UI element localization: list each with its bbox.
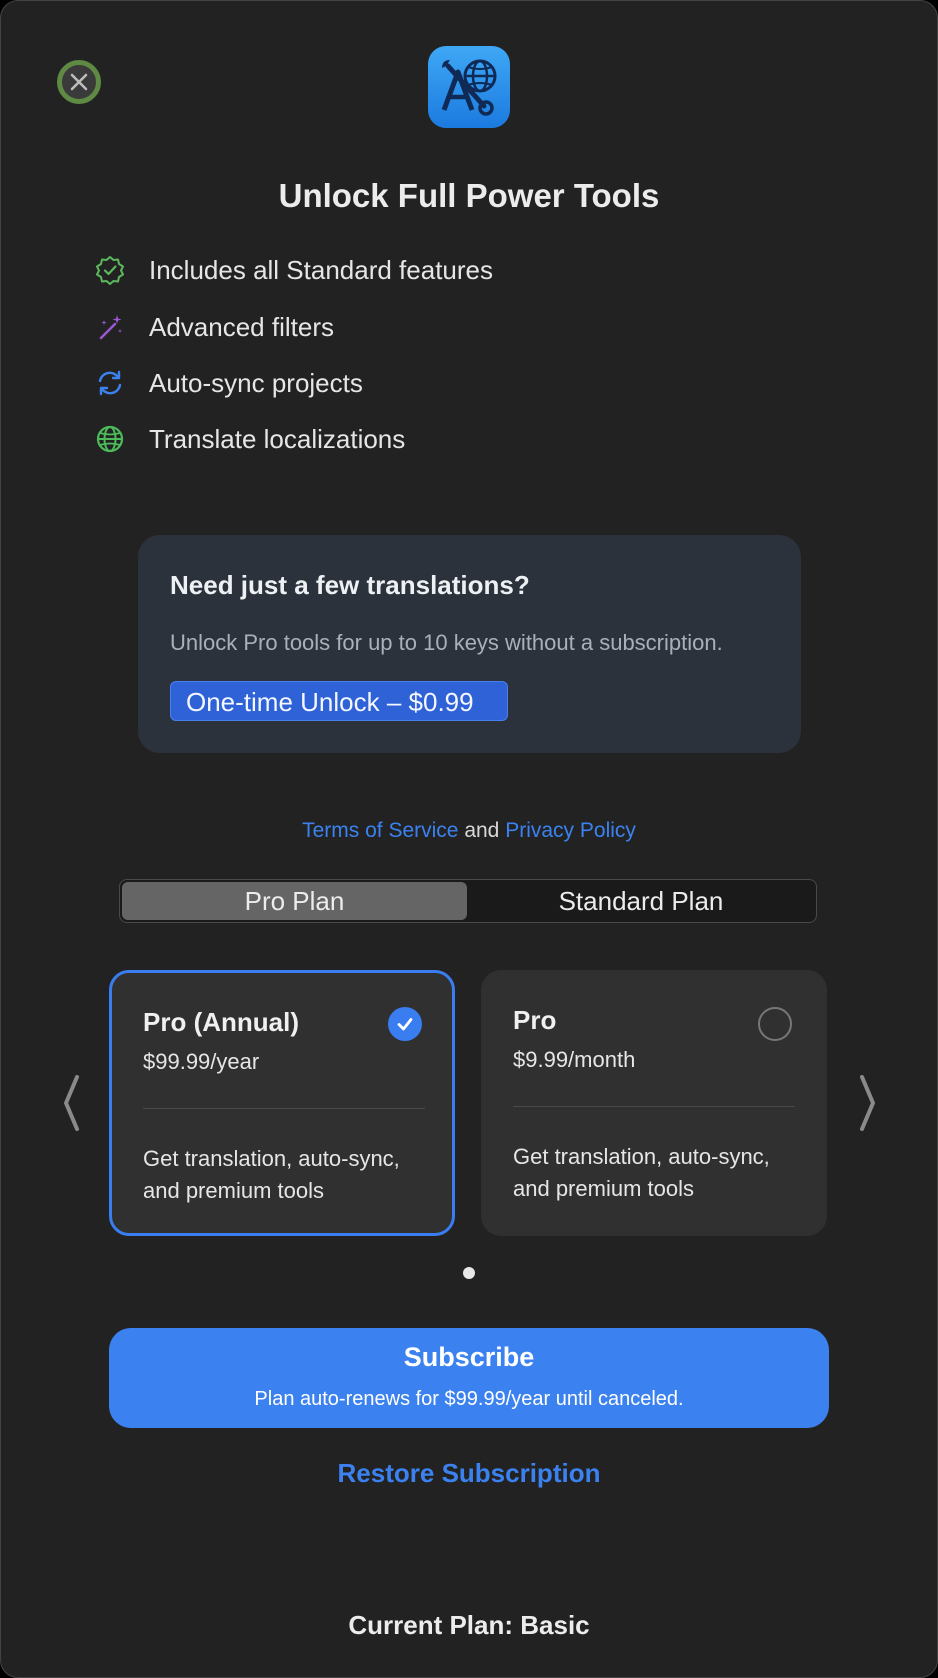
page-indicator-dot xyxy=(463,1267,475,1279)
restore-subscription-button[interactable]: Restore Subscription xyxy=(338,1458,601,1488)
feature-label: Includes all Standard features xyxy=(149,254,493,285)
checkmark-seal-icon xyxy=(95,255,125,285)
unselected-radio-icon xyxy=(758,1007,792,1041)
plan-price: $9.99/month xyxy=(513,1047,636,1072)
globe-icon xyxy=(95,424,125,454)
one-time-unlock-panel: Need just a few translations? Unlock Pro… xyxy=(138,535,801,753)
page-title: Unlock Full Power Tools xyxy=(278,177,660,214)
chevron-left-icon xyxy=(64,1075,79,1131)
feature-item-standard: Includes all Standard features xyxy=(95,254,493,286)
privacy-policy-link[interactable]: Privacy Policy xyxy=(505,819,636,842)
magic-wand-icon xyxy=(95,312,125,342)
feature-item-translate: Translate localizations xyxy=(95,423,405,455)
card-divider xyxy=(143,1108,425,1109)
plan-description: Get translation, auto-sync, and premium … xyxy=(143,1146,400,1203)
paywall-window: Unlock Full Power Tools Includes all Sta… xyxy=(0,0,938,1678)
subscribe-button[interactable]: Subscribe Plan auto-renews for $99.99/ye… xyxy=(109,1328,829,1428)
selected-checkmark-icon xyxy=(388,1007,422,1041)
feature-label: Translate localizations xyxy=(149,423,406,454)
plan-name: Pro (Annual) xyxy=(143,1007,299,1037)
subscribe-subtitle: Plan auto-renews for $99.99/year until c… xyxy=(254,1388,684,1410)
current-plan-label: Current Plan: Basic xyxy=(348,1610,590,1640)
sync-arrows-icon xyxy=(95,368,125,398)
carousel-previous-button[interactable] xyxy=(59,1073,83,1133)
chevron-right-icon xyxy=(860,1075,875,1131)
feature-item-autosync: Auto-sync projects xyxy=(95,367,363,399)
plan-type-segmented-control: Pro Plan Standard Plan xyxy=(119,879,817,923)
close-icon xyxy=(70,73,88,91)
app-icon xyxy=(428,46,510,128)
plan-description: Get translation, auto-sync, and premium … xyxy=(513,1144,770,1201)
plan-card-pro-monthly[interactable]: Pro $9.99/month Get translation, auto-sy… xyxy=(481,970,827,1236)
promo-title: Need just a few translations? xyxy=(170,570,530,600)
tab-standard-plan[interactable]: Standard Plan xyxy=(468,882,814,920)
carousel-next-button[interactable] xyxy=(856,1073,880,1133)
subscribe-title: Subscribe xyxy=(403,1342,535,1372)
plan-card-pro-annual[interactable]: Pro (Annual) $99.99/year Get translation… xyxy=(109,970,455,1236)
feature-label: Advanced filters xyxy=(149,311,334,342)
promo-description: Unlock Pro tools for up to 10 keys witho… xyxy=(170,630,723,655)
one-time-unlock-button[interactable]: One-time Unlock – $0.99 xyxy=(170,681,508,721)
tab-pro-plan[interactable]: Pro Plan xyxy=(122,882,467,920)
card-divider xyxy=(513,1106,795,1107)
app-logo-icon xyxy=(441,59,497,116)
legal-links: Terms of Service and Privacy Policy xyxy=(1,819,937,843)
legal-conjunction: and xyxy=(464,819,500,842)
restore-row: Restore Subscription xyxy=(1,1458,937,1489)
terms-of-service-link[interactable]: Terms of Service xyxy=(302,819,458,842)
feature-item-filters: Advanced filters xyxy=(95,311,334,343)
plan-price: $99.99/year xyxy=(143,1049,260,1074)
feature-label: Auto-sync projects xyxy=(149,367,363,398)
plan-name: Pro xyxy=(513,1005,557,1035)
close-button[interactable] xyxy=(57,60,101,104)
